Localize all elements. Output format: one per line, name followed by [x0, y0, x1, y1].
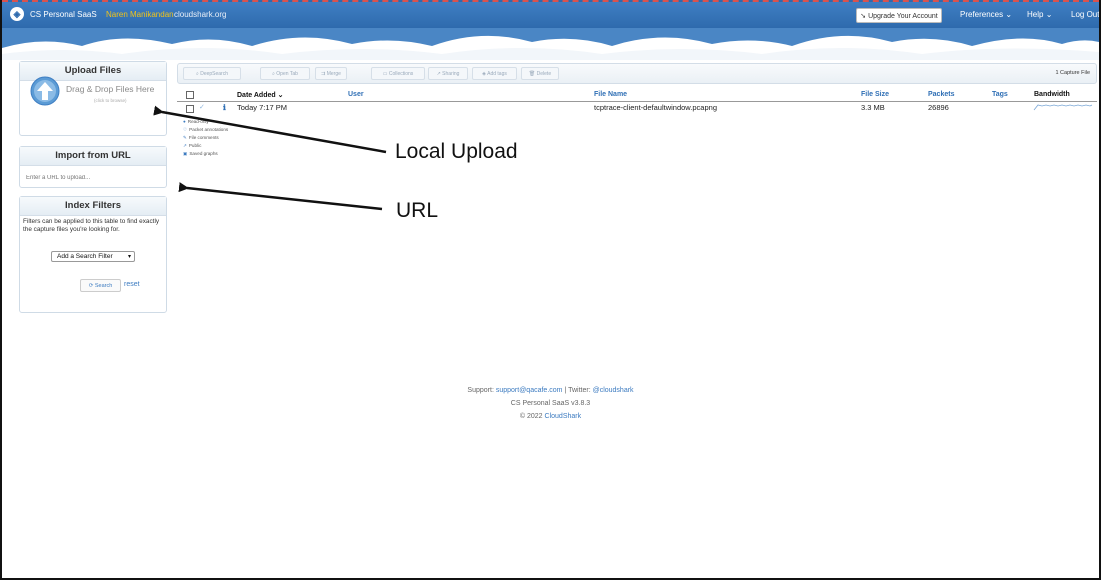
- column-file-name[interactable]: File Name: [594, 91, 627, 98]
- legend-label: File comments: [188, 135, 219, 140]
- legend-read-only: ● Read-only: [183, 118, 228, 126]
- twitter-prefix: | Twitter:: [564, 387, 591, 394]
- search-filter-select[interactable]: Add a Search Filter ▾: [51, 251, 135, 262]
- column-user[interactable]: User: [348, 91, 364, 98]
- table-header: Date Added ⌄ User File Name File Size Pa…: [177, 90, 1097, 102]
- bandwidth-sparkline[interactable]: [1032, 102, 1094, 112]
- merge-label: Merge: [326, 71, 341, 77]
- column-file-size[interactable]: File Size: [861, 91, 889, 98]
- upload-arrow-icon[interactable]: [30, 76, 60, 106]
- top-nav-bar: ◈ CS Personal SaaS Naren Manikandan clou…: [2, 0, 1099, 28]
- import-url-title: Import from URL: [20, 147, 166, 166]
- date-added-label: Date Added: [237, 92, 276, 99]
- row-packets: 26896: [928, 103, 949, 112]
- open-tab-label: Open Tab: [276, 71, 298, 77]
- row-file-size: 3.3 MB: [861, 103, 885, 112]
- column-packets[interactable]: Packets: [928, 91, 954, 98]
- legend-label: Packet annotations: [189, 127, 229, 132]
- merge-button[interactable]: ⇉ Merge: [315, 67, 347, 80]
- index-filters-panel: Index Filters Filters can be applied to …: [19, 196, 167, 313]
- url-annotation: URL: [396, 199, 439, 222]
- chevron-down-icon: ⌄: [1045, 10, 1053, 19]
- preferences-label: Preferences: [960, 10, 1004, 19]
- row-file-name[interactable]: tcptrace-client-defaultwindow.pcapng: [594, 103, 717, 112]
- twitter-link[interactable]: @cloudshark: [593, 387, 634, 394]
- legend-label: Public: [188, 143, 202, 148]
- column-date-added[interactable]: Date Added ⌄: [237, 91, 283, 99]
- preferences-menu[interactable]: Preferences ⌄: [960, 10, 1012, 19]
- browser-frame: ◈ CS Personal SaaS Naren Manikandan clou…: [0, 0, 1101, 580]
- deepsearch-label: DeepSearch: [200, 71, 228, 77]
- delete-button[interactable]: 🗑 Delete: [521, 67, 559, 80]
- public-icon: ↗: [183, 143, 187, 148]
- sort-desc-icon: ⌄: [277, 92, 284, 99]
- collections-label: Collections: [388, 71, 414, 77]
- capture-count: 1 Capture File: [1055, 70, 1090, 76]
- legend-label: Saved graphs: [189, 151, 218, 156]
- upgrade-account-button[interactable]: ➘ Upgrade Your Account: [856, 8, 942, 23]
- legend-packet-annotations: ♡ Packet annotations: [183, 126, 228, 134]
- url-input[interactable]: [24, 170, 164, 186]
- cloudshark-logo-icon[interactable]: ◈: [10, 7, 24, 21]
- click-to-browse-hint[interactable]: (click to browse): [94, 98, 127, 103]
- annotation-icon: ♡: [183, 127, 188, 132]
- upgrade-icon: ➘: [860, 13, 869, 20]
- info-icon[interactable]: ℹ: [223, 103, 226, 112]
- graph-icon: ▣: [183, 151, 188, 156]
- legend-public: ↗ Public: [183, 142, 228, 150]
- column-tags[interactable]: Tags: [992, 91, 1008, 98]
- support-prefix: Support:: [467, 387, 494, 394]
- delete-label: Delete: [536, 71, 552, 77]
- filters-description: Filters can be applied to this table to …: [23, 218, 160, 233]
- search-button[interactable]: ⟳ Search: [80, 279, 121, 292]
- add-tags-label: Add tags: [487, 71, 507, 77]
- support-line: Support: support@qacafe.com | Twitter: @…: [2, 384, 1099, 397]
- row-checkbox[interactable]: [186, 105, 194, 113]
- search-filter-value: Add a Search Filter: [57, 253, 113, 260]
- upload-files-panel: Upload Files Drag & Drop Files Here (cli…: [19, 61, 167, 136]
- select-all-checkbox[interactable]: [186, 91, 194, 99]
- chevron-down-icon: ⌄: [1005, 10, 1013, 19]
- help-menu[interactable]: Help ⌄: [1027, 10, 1052, 19]
- search-label: Search: [94, 283, 113, 289]
- copyright-prefix: © 2022: [519, 413, 543, 420]
- copyright-line: © 2022 CloudShark: [2, 410, 1099, 423]
- add-tags-button[interactable]: ◈ Add tags: [472, 67, 517, 80]
- sharing-button[interactable]: ↗ Sharing: [428, 67, 468, 80]
- local-upload-annotation: Local Upload: [395, 140, 518, 163]
- index-filters-title: Index Filters: [20, 197, 166, 216]
- collections-button[interactable]: ▭ Collections: [371, 67, 425, 80]
- logout-link[interactable]: Log Out: [1071, 10, 1099, 19]
- legend-saved-graphs: ▣ Saved graphs: [183, 150, 228, 158]
- row-date-added: Today 7:17 PM: [237, 103, 288, 112]
- page-footer: Support: support@qacafe.com | Twitter: @…: [2, 384, 1099, 423]
- open-tab-button[interactable]: ⌕ Open Tab: [260, 67, 310, 80]
- edit-pencil-icon[interactable]: ✓: [199, 103, 205, 111]
- column-bandwidth: Bandwidth: [1034, 91, 1070, 98]
- version-text: CS Personal SaaS v3.8.3: [510, 400, 591, 407]
- cloudshark-link[interactable]: CloudShark: [545, 413, 582, 420]
- chevron-down-icon: ▾: [127, 254, 131, 260]
- deepsearch-button[interactable]: ⌕ DeepSearch: [183, 67, 241, 80]
- import-url-panel: Import from URL: [19, 146, 167, 188]
- sharing-label: Sharing: [442, 71, 460, 77]
- table-row[interactable]: ✓ ℹ Today 7:17 PM tcptrace-client-defaul…: [177, 102, 1097, 114]
- icon-legend: ● Read-only ♡ Packet annotations ✎ File com…: [183, 118, 228, 158]
- drag-drop-text: Drag & Drop Files Here: [66, 84, 155, 94]
- support-email-link[interactable]: support@qacafe.com: [496, 387, 563, 394]
- lock-icon: ●: [183, 119, 186, 124]
- current-user[interactable]: Naren Manikandan: [106, 10, 174, 19]
- upgrade-label: Upgrade Your Account: [868, 13, 938, 20]
- reset-link[interactable]: reset: [124, 281, 140, 288]
- url-arrow: [178, 182, 383, 211]
- pencil-icon: ✎: [183, 135, 187, 140]
- cloud-banner: [2, 28, 1099, 60]
- help-label: Help: [1027, 10, 1044, 19]
- capture-toolbar: ⌕ DeepSearch ⌕ Open Tab ⇉ Merge ▭ Collec…: [177, 63, 1097, 84]
- domain-label: cloudshark.org: [174, 10, 227, 19]
- legend-label: Read-only: [187, 119, 209, 124]
- legend-file-comments: ✎ File comments: [183, 134, 228, 142]
- brand-name[interactable]: CS Personal SaaS: [30, 10, 97, 19]
